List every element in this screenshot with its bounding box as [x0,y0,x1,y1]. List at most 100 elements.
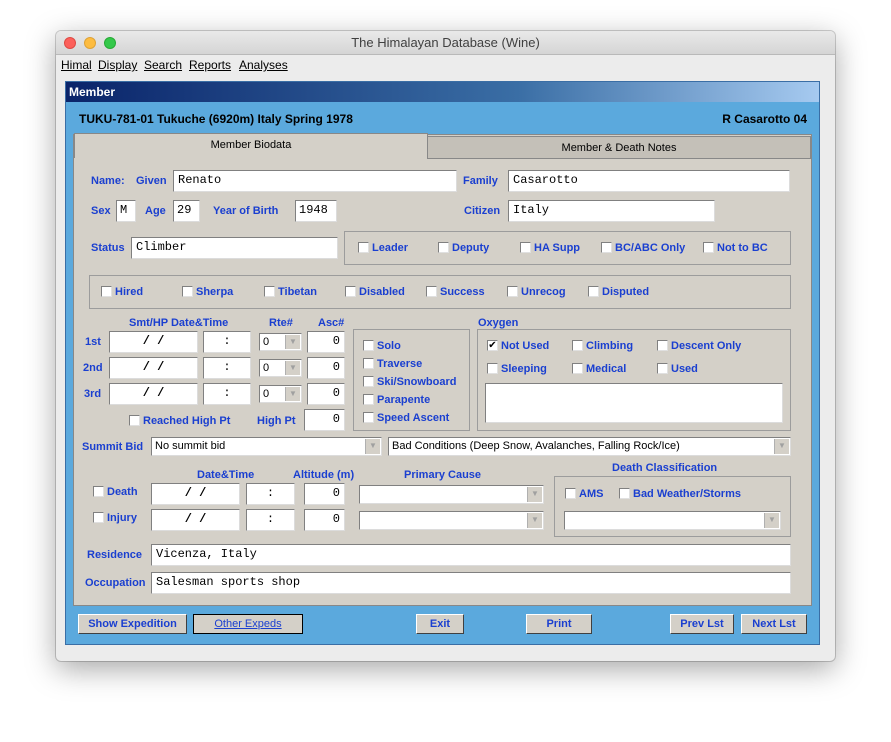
app-window: The Himalayan Database (Wine) Himal Disp… [56,31,835,661]
traverse-label: Traverse [377,358,423,370]
status-field[interactable]: Climber [131,237,338,259]
injury-label: Injury [107,512,137,524]
speed-ascent-checkbox[interactable] [363,412,374,423]
next-list-button[interactable]: Next Lst [741,614,807,634]
death-label: Death [107,486,138,498]
member-caption: Member [69,85,116,99]
death-time-field[interactable]: : [246,483,295,505]
tab-member-biodata[interactable]: Member Biodata [74,133,428,158]
member-reference: R Casarotto 04 [722,112,807,126]
sex-label: Sex [91,205,111,217]
occupation-field[interactable]: Salesman sports shop [151,572,791,594]
success-checkbox[interactable] [426,286,437,297]
family-name-field[interactable]: Casarotto [508,170,790,192]
other-expeds-button[interactable]: Other Expeds [193,614,303,634]
oxygen-not-used-checkbox[interactable]: ✔ [487,340,498,351]
death-classification-label: Death Classification [612,462,718,474]
traverse-checkbox[interactable] [363,358,374,369]
leader-checkbox[interactable] [358,242,369,253]
summit-2-route-select[interactable]: 0 ▼ [259,359,302,377]
summit-1-label: 1st [85,336,101,348]
summit-1-time[interactable]: : [203,331,251,353]
route-number-header: Rte# [269,317,293,329]
summit-2-time[interactable]: : [203,357,251,379]
summit-2-route-value: 0 [263,362,270,374]
primary-cause-header: Primary Cause [404,469,482,481]
oxygen-used-label: Used [671,363,698,375]
sex-field[interactable]: M [116,200,136,222]
exit-button[interactable]: Exit [416,614,464,634]
summit-bid-select[interactable]: No summit bid ▼ [151,437,382,456]
death-cause-select[interactable]: ▼ [359,485,544,504]
success-label: Success [440,286,485,298]
summit-3-date[interactable]: / / [109,383,198,405]
death-checkbox[interactable] [93,486,104,497]
disabled-checkbox[interactable] [345,286,356,297]
show-expedition-button[interactable]: Show Expedition [78,614,187,634]
menu-search[interactable]: Search [144,58,182,72]
summit-3-ascent[interactable]: 0 [307,383,345,405]
deputy-checkbox[interactable] [438,242,449,253]
injury-time-field[interactable]: : [246,509,295,531]
sherpa-checkbox[interactable] [182,286,193,297]
ski-snowboard-checkbox[interactable] [363,376,374,387]
oxygen-used-checkbox[interactable] [657,363,668,374]
oxygen-sleeping-checkbox[interactable] [487,363,498,374]
summit-3-route-select[interactable]: 0 ▼ [259,385,302,403]
age-field[interactable]: 29 [173,200,200,222]
tibetan-checkbox[interactable] [264,286,275,297]
death-date-field[interactable]: / / [151,483,240,505]
death-classification-select[interactable]: ▼ [564,511,781,530]
death-altitude-field[interactable]: 0 [304,483,345,505]
injury-checkbox[interactable] [93,512,104,523]
residence-field[interactable]: Vicenza, Italy [151,544,791,566]
disputed-checkbox[interactable] [588,286,599,297]
summit-1-date[interactable]: / / [109,331,198,353]
citizen-field[interactable]: Italy [508,200,715,222]
print-button[interactable]: Print [526,614,592,634]
summit-2-date[interactable]: / / [109,357,198,379]
menu-himal[interactable]: Himal [61,58,92,72]
bc-abc-only-checkbox[interactable] [601,242,612,253]
summit-1-route-select[interactable]: 0 ▼ [259,333,302,351]
solo-checkbox[interactable] [363,340,374,351]
oxygen-climbing-checkbox[interactable] [572,340,583,351]
ha-supp-checkbox[interactable] [520,242,531,253]
citizen-label: Citizen [464,205,501,217]
menu-analyses[interactable]: Analyses [239,58,288,72]
bad-weather-checkbox[interactable] [619,488,630,499]
member-caption-bar: Member [66,82,819,102]
oxygen-descent-only-checkbox[interactable] [657,340,668,351]
summit-3-time[interactable]: : [203,383,251,405]
parapente-checkbox[interactable] [363,394,374,405]
injury-altitude-field[interactable]: 0 [304,509,345,531]
menu-display[interactable]: Display [98,58,137,72]
ams-checkbox[interactable] [565,488,576,499]
summit-1-ascent[interactable]: 0 [307,331,345,353]
death-date-header: Date&Time [197,469,255,481]
year-of-birth-label: Year of Birth [213,205,279,217]
not-to-bc-checkbox[interactable] [703,242,714,253]
oxygen-medical-checkbox[interactable] [572,363,583,374]
summit-2-ascent[interactable]: 0 [307,357,345,379]
expedition-info: TUKU-781-01 Tukuche (6920m) Italy Spring… [79,112,353,126]
summit-1-route-value: 0 [263,336,270,348]
reached-high-point-checkbox[interactable] [129,415,140,426]
high-point-field[interactable]: 0 [304,409,345,431]
oxygen-label: Oxygen [478,317,519,329]
given-name-field[interactable]: Renato [173,170,457,192]
menu-reports[interactable]: Reports [189,58,231,72]
year-of-birth-field[interactable]: 1948 [295,200,337,222]
oxygen-notes-field[interactable] [485,383,783,423]
dropdown-arrow-icon: ▼ [774,439,789,454]
hired-checkbox[interactable] [101,286,112,297]
tab-member-death-notes[interactable]: Member & Death Notes [427,136,811,159]
injury-cause-select[interactable]: ▼ [359,511,544,530]
parapente-label: Parapente [377,394,431,406]
prev-list-button[interactable]: Prev Lst [670,614,734,634]
unrecog-checkbox[interactable] [507,286,518,297]
injury-date-field[interactable]: / / [151,509,240,531]
termination-reason-select[interactable]: Bad Conditions (Deep Snow, Avalanches, F… [388,437,791,456]
dropdown-arrow-icon: ▼ [764,513,779,528]
disabled-label: Disabled [359,286,405,298]
